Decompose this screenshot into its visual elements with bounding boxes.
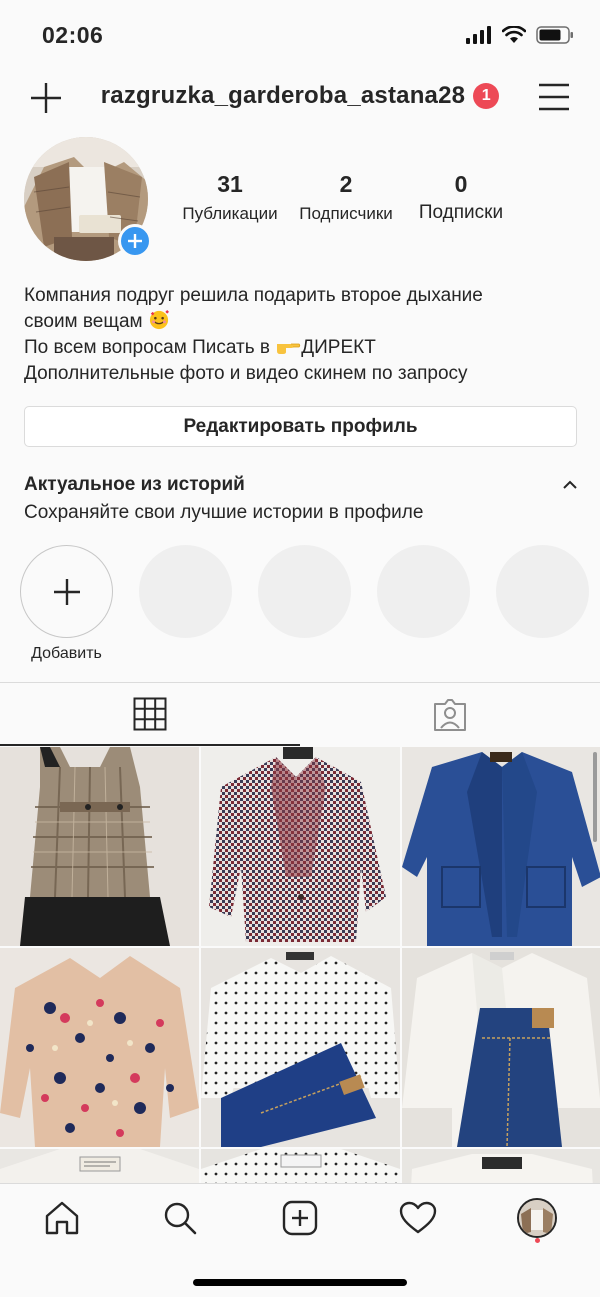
profile-stats: 31 Публикации 2 Подписчики 0 Подписки xyxy=(170,171,590,224)
username: razgruzka_garderoba_astana28 xyxy=(100,82,466,109)
stat-followers[interactable]: 2 Подписчики xyxy=(290,171,402,224)
plus-icon xyxy=(128,234,142,248)
post-thumbnail-floral-print-shirt[interactable] xyxy=(0,948,199,1147)
stat-value: 0 xyxy=(454,171,468,197)
bio-text: своим вещам xyxy=(24,311,143,332)
profile-tabs xyxy=(0,682,600,746)
tagged-icon xyxy=(434,698,466,731)
highlight-placeholder xyxy=(258,545,351,638)
stat-value: 2 xyxy=(339,171,353,197)
profile-summary: 31 Публикации 2 Подписчики 0 Подписки xyxy=(0,137,600,262)
nav-search[interactable] xyxy=(160,1198,200,1238)
status-time: 02:06 xyxy=(42,22,104,48)
stat-label: Публикации xyxy=(182,204,278,223)
status-icons xyxy=(466,26,574,44)
pointing-hand-icon xyxy=(277,343,301,354)
bio-line: своим вещам xyxy=(24,309,584,335)
grid-icon xyxy=(133,697,167,730)
post-thumbnail-plaid-pinafore-dress[interactable] xyxy=(0,747,199,946)
bio-line: По всем вопросам Писать в ДИРЕКТ xyxy=(24,335,584,361)
search-icon xyxy=(164,1202,197,1235)
plus-icon xyxy=(53,578,80,605)
highlights-title: Актуальное из историй xyxy=(24,474,245,495)
bottom-nav xyxy=(0,1183,600,1297)
home-icon xyxy=(45,1201,79,1235)
home-indicator[interactable] xyxy=(193,1279,407,1286)
tab-grid[interactable] xyxy=(0,683,300,746)
stat-label: Подписчики xyxy=(299,204,393,223)
nav-activity[interactable] xyxy=(398,1198,438,1238)
bio-line: Компания подруг решила подарить второе д… xyxy=(24,285,483,306)
battery-icon xyxy=(536,26,573,44)
post-thumbnail-white-blouse-and-jeans[interactable] xyxy=(402,948,600,1147)
post-thumbnail-houndstooth-blazer[interactable] xyxy=(201,747,400,946)
highlight-placeholder xyxy=(139,545,232,638)
menu-button[interactable] xyxy=(538,82,570,112)
bio-text: По всем вопросам Писать в xyxy=(24,337,270,358)
profile-header: razgruzka_garderoba_astana28 1 xyxy=(0,70,600,125)
wifi-icon xyxy=(502,26,526,43)
avatar xyxy=(517,1198,557,1238)
signal-icon xyxy=(466,26,491,44)
posts-grid xyxy=(0,747,600,1187)
stat-value: 31 xyxy=(217,171,243,197)
stat-posts[interactable]: 31 Публикации xyxy=(170,171,290,224)
heart-icon xyxy=(399,1201,437,1234)
stat-following[interactable]: 0 Подписки xyxy=(406,171,516,224)
add-story-button[interactable] xyxy=(118,224,152,258)
add-highlight-label: Добавить xyxy=(31,645,102,662)
scrollbar[interactable] xyxy=(593,752,597,842)
add-highlight-button[interactable] xyxy=(20,545,113,638)
post-thumbnail-white-top[interactable] xyxy=(402,1149,600,1187)
edit-profile-button[interactable]: Редактировать профиль xyxy=(24,406,577,447)
bio-link: ДИРЕКТ xyxy=(301,337,376,358)
bio-line: Дополнительные фото и видео скинем по за… xyxy=(24,363,468,384)
status-bar: 02:06 xyxy=(0,0,600,70)
highlights-row: Добавить xyxy=(20,545,600,665)
profile-bio: Компания подруг решила подарить второе д… xyxy=(24,283,584,387)
nav-new-post[interactable] xyxy=(280,1198,320,1238)
post-thumbnail-white-jacket[interactable] xyxy=(0,1149,199,1187)
post-thumbnail-blue-coat[interactable] xyxy=(402,747,600,946)
notification-badge: 1 xyxy=(473,83,500,109)
stat-label: Подписки xyxy=(418,202,504,223)
highlight-placeholder xyxy=(496,545,589,638)
smiling-face-with-hearts-icon xyxy=(149,310,169,330)
tab-tagged[interactable] xyxy=(300,683,600,746)
menu-icon xyxy=(539,83,569,111)
post-thumbnail-polka-dot-blouse-and-jeans[interactable] xyxy=(201,948,400,1147)
notification-dot xyxy=(535,1238,540,1243)
highlights-subtitle: Сохраняйте свои лучшие истории в профиле xyxy=(24,502,424,523)
highlight-placeholder xyxy=(377,545,470,638)
account-switcher[interactable]: razgruzka_garderoba_astana28 1 xyxy=(0,82,600,110)
chevron-up-icon[interactable] xyxy=(562,478,578,492)
nav-home[interactable] xyxy=(42,1198,82,1238)
new-post-icon xyxy=(282,1200,318,1236)
post-thumbnail-polka-dot-shirt[interactable] xyxy=(201,1149,400,1187)
nav-profile[interactable] xyxy=(517,1198,557,1238)
